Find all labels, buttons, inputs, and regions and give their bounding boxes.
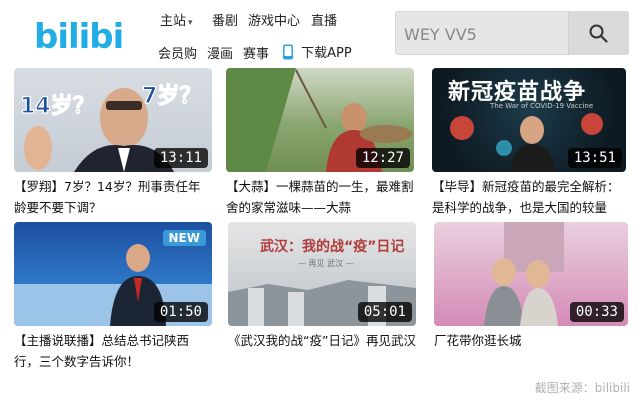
- video-card[interactable]: 武汉：我的战“疫”日记 — 再见 武汉 — 05:01 《武汉我的战“疫”日记》…: [228, 222, 416, 372]
- video-title[interactable]: 《武汉我的战“疫”日记》再见武汉: [228, 330, 416, 374]
- thumbnail-subcaption: — 再见 武汉 —: [298, 259, 354, 268]
- nav-comics[interactable]: 漫画: [207, 43, 233, 62]
- source-watermark: 截图来源：bilibili: [534, 381, 630, 395]
- thumbnail-caption: 14岁？: [19, 93, 95, 119]
- search-input[interactable]: [404, 19, 564, 49]
- nav-live[interactable]: 直播: [311, 10, 337, 29]
- phone-icon: [283, 44, 293, 60]
- bilibili-logo[interactable]: bilibili: [34, 10, 124, 54]
- nav-bangumi[interactable]: 番剧: [212, 10, 238, 29]
- header: bilibili 主站▾ 番剧 游戏中心 直播 会员购 漫画 赛事 下载APP: [0, 0, 640, 64]
- video-duration: 13:11: [153, 148, 208, 168]
- nav-esports[interactable]: 赛事: [243, 43, 269, 62]
- video-duration: 00:33: [569, 302, 624, 322]
- video-card[interactable]: 14岁？ 7岁？ 13:11 【罗翔】7岁？14岁？刑事责任年龄要不要下调？: [14, 68, 212, 218]
- video-title[interactable]: 【主播说联播】总结总书记陕西行，三个数字告诉你！: [14, 330, 212, 374]
- svg-text:bilibili: bilibili: [34, 17, 124, 54]
- video-thumbnail[interactable]: 14岁？ 7岁？ 13:11: [14, 68, 212, 172]
- video-duration: 05:01: [357, 302, 412, 322]
- video-card[interactable]: NEW 01:50 【主播说联播】总结总书记陕西行，三个数字告诉你！: [14, 222, 212, 372]
- video-thumbnail[interactable]: 武汉：我的战“疫”日记 — 再见 武汉 — 05:01: [228, 222, 416, 326]
- thumbnail-caption: 7岁？: [141, 83, 202, 109]
- video-duration: 01:50: [153, 302, 208, 322]
- video-thumbnail[interactable]: 12:27: [226, 68, 414, 172]
- nav-main-site-label: 主站: [160, 14, 187, 29]
- video-title[interactable]: 【大蒜】一棵蒜苗的一生，最难割舍的家常滋味——大蒜: [226, 176, 414, 220]
- nav-member-shop[interactable]: 会员购: [158, 43, 197, 62]
- nav-main-site[interactable]: 主站 ▾: [160, 10, 193, 29]
- video-title[interactable]: 厂花带你逛长城: [434, 330, 628, 374]
- video-card[interactable]: 新冠疫苗战争 The War of COVID-19 Vaccine 13:51…: [432, 68, 626, 218]
- video-card[interactable]: 12:27 【大蒜】一棵蒜苗的一生，最难割舍的家常滋味——大蒜: [226, 68, 414, 218]
- search-icon: [589, 24, 608, 43]
- search-box: [395, 11, 629, 55]
- video-duration: 13:51: [567, 148, 622, 168]
- thumbnail-subcaption: The War of COVID-19 Vaccine: [490, 102, 594, 110]
- video-thumbnail[interactable]: 00:33: [434, 222, 628, 326]
- new-badge: NEW: [162, 230, 206, 246]
- chevron-down-icon: ▾: [188, 18, 193, 28]
- video-duration: 12:27: [355, 148, 410, 168]
- video-thumbnail[interactable]: NEW 01:50: [14, 222, 212, 326]
- search-button[interactable]: [568, 12, 629, 54]
- video-title[interactable]: 【罗翔】7岁？14岁？刑事责任年龄要不要下调？: [14, 176, 212, 220]
- nav-download-app[interactable]: 下载APP: [282, 42, 352, 61]
- nav-game-center[interactable]: 游戏中心: [248, 10, 300, 29]
- nav-download-app-label: 下载APP: [301, 46, 352, 61]
- thumbnail-caption: 武汉：我的战“疫”日记: [260, 239, 405, 255]
- video-thumbnail[interactable]: 新冠疫苗战争 The War of COVID-19 Vaccine 13:51: [432, 68, 626, 172]
- page: bilibili 主站▾ 番剧 游戏中心 直播 会员购 漫画 赛事 下载APP: [0, 0, 640, 402]
- video-card[interactable]: 00:33 厂花带你逛长城: [434, 222, 628, 372]
- video-title[interactable]: 【毕导】新冠疫苗的最完全解析：是科学的战争，也是大国的较量: [432, 176, 626, 220]
